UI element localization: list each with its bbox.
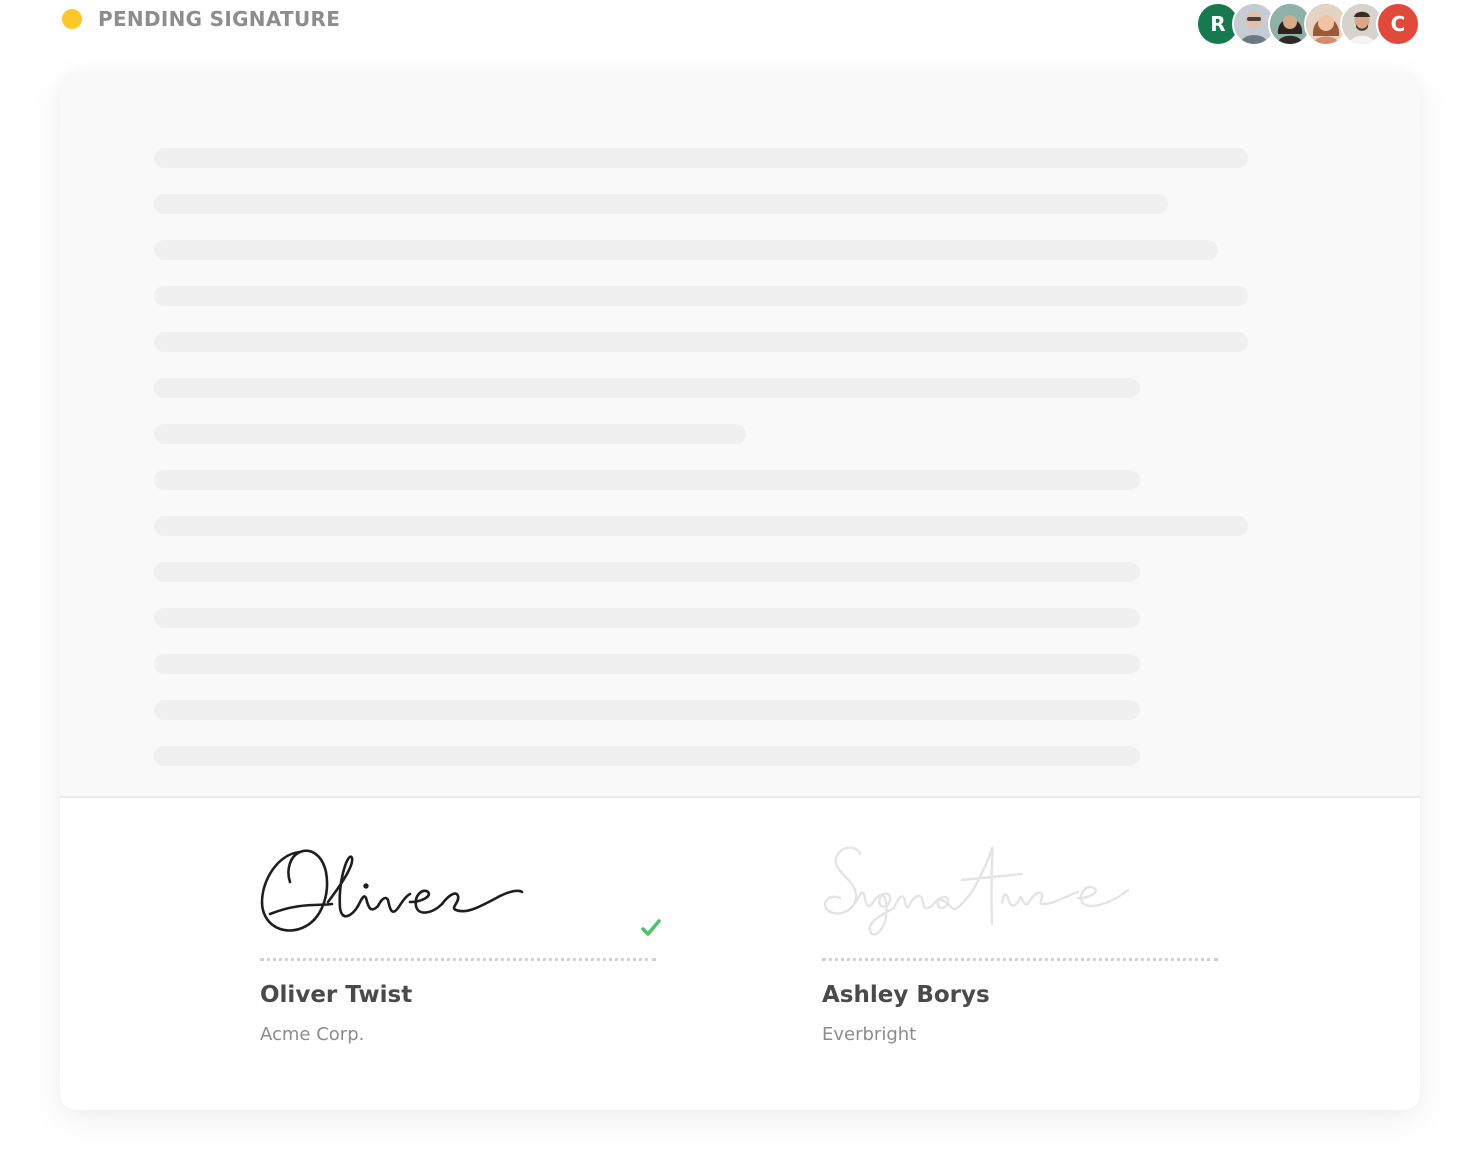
- signature-field-placeholder[interactable]: [822, 832, 1222, 956]
- text-placeholder-line: [154, 470, 1140, 490]
- status-dot-icon: [62, 9, 82, 29]
- check-icon: [640, 918, 662, 938]
- avatar-initial: C: [1390, 12, 1406, 36]
- signature-block-oliver: Oliver Twist Acme Corp.: [260, 832, 662, 1072]
- signature-placeholder-script: [823, 846, 1130, 936]
- signer-name: Ashley Borys: [822, 982, 990, 1008]
- text-placeholder-line: [154, 654, 1140, 674]
- status-label: PENDING SIGNATURE: [98, 7, 341, 31]
- text-placeholder-line: [154, 148, 1248, 168]
- signer-company: Everbright: [822, 1024, 917, 1045]
- handwritten-signature-oliver: [260, 849, 524, 932]
- text-placeholder-line: [154, 516, 1248, 536]
- signature-block-ashley: Ashley Borys Everbright: [822, 832, 1222, 1072]
- text-placeholder-line: [154, 562, 1140, 582]
- signature-line: [260, 958, 656, 961]
- document-card: Oliver Twist Acme Corp. Ashley Borys Eve…: [60, 72, 1420, 1110]
- text-placeholder-line: [154, 286, 1248, 306]
- text-placeholder-line: [154, 608, 1140, 628]
- text-placeholder-line: [154, 746, 1140, 766]
- signature-oliver[interactable]: [260, 832, 660, 956]
- text-placeholder-line: [154, 194, 1168, 214]
- document-body: [60, 72, 1420, 798]
- document-status: PENDING SIGNATURE: [62, 6, 340, 32]
- text-placeholder-line: [154, 332, 1248, 352]
- text-placeholder-line: [154, 700, 1140, 720]
- signer-company: Acme Corp.: [260, 1024, 365, 1045]
- text-placeholder-line: [154, 424, 746, 444]
- collaborator-avatars: R C: [1196, 2, 1422, 46]
- text-placeholder-line: [154, 240, 1218, 260]
- avatar-initial: R: [1210, 12, 1226, 36]
- text-placeholder-line: [154, 378, 1140, 398]
- avatar-initial-c[interactable]: C: [1376, 2, 1420, 46]
- signature-line: [822, 958, 1218, 961]
- signer-name: Oliver Twist: [260, 982, 413, 1008]
